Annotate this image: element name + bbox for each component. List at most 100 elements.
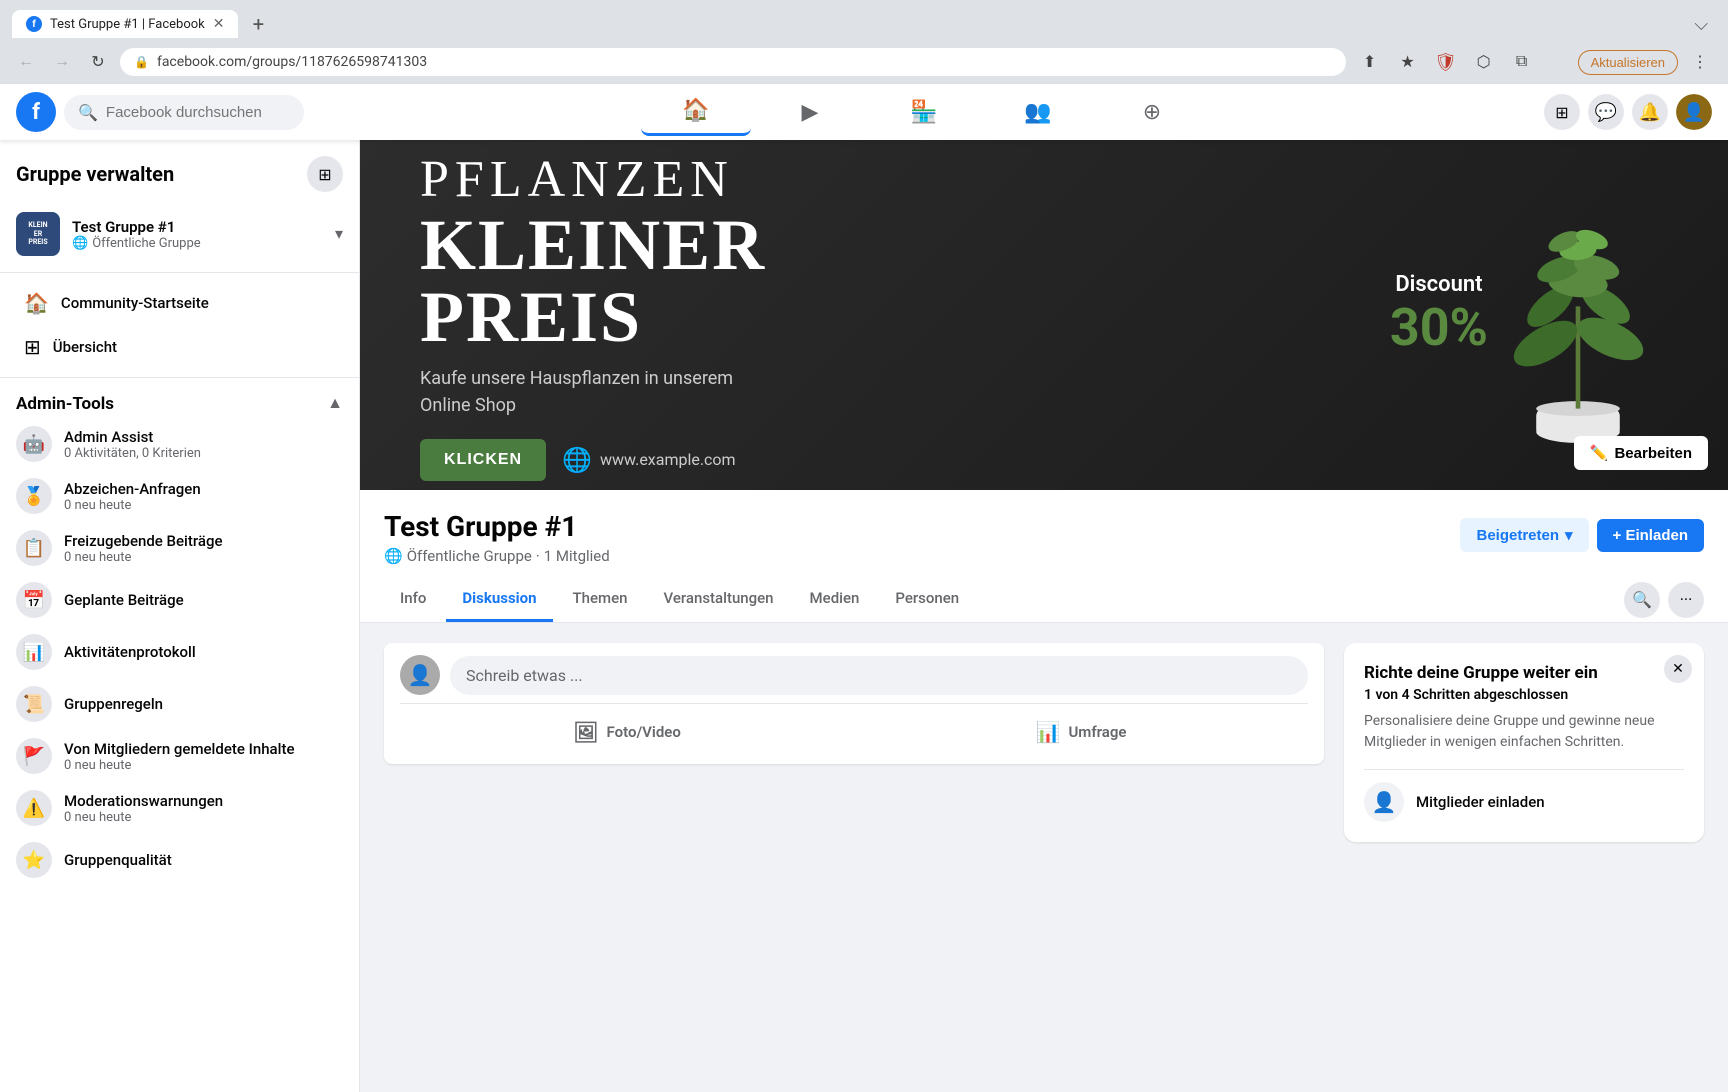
reload-button[interactable]: ↻	[84, 48, 112, 76]
freizugebende-icon: 📋	[16, 530, 52, 566]
nav-community-startseite[interactable]: 🏠 Community-Startseite	[8, 281, 351, 325]
freizugebende-sub: 0 neu heute	[64, 550, 343, 565]
admin-item-admin-assist[interactable]: 🤖 Admin Assist 0 Aktivitäten, 0 Kriterie…	[0, 418, 359, 470]
active-tab[interactable]: f Test Gruppe #1 | Facebook ✕	[12, 10, 238, 38]
foto-video-button[interactable]: 🖼 Foto/Video	[400, 712, 854, 752]
group-type-text: Öffentliche Gruppe	[407, 547, 532, 565]
posts-main: 👤 Schreib etwas ... 🖼 Foto/Video 📊 Umfra	[384, 643, 1324, 842]
cover-url-text: www.example.com	[600, 450, 736, 469]
group-avatar: KLEINERPREIS	[16, 212, 60, 256]
cover-photo: PFLANZEN KLEINER PREIS Kaufe unsere Haus…	[360, 140, 1728, 490]
gruppenqualitaet-label: Gruppenqualität	[64, 851, 343, 869]
facebook-logo[interactable]: f	[16, 92, 56, 132]
profile-avatar[interactable]: 👤	[1676, 94, 1712, 130]
aktivitaeten-info: Aktivitätenprotokoll	[64, 643, 343, 661]
search-box[interactable]: 🔍	[64, 95, 304, 130]
sidebar-layout-button[interactable]: ⊞	[307, 156, 343, 192]
search-input[interactable]	[106, 104, 290, 121]
cover-url: 🌐 www.example.com	[562, 446, 735, 474]
gemeldete-sub: 0 neu heute	[64, 758, 343, 773]
nav-groups[interactable]: 👥	[983, 88, 1093, 136]
tab-bar: f Test Gruppe #1 | Facebook ✕ + ⌵	[0, 0, 1728, 40]
back-button[interactable]: ←	[12, 48, 40, 76]
cover-subtitle-line2: Online Shop	[420, 395, 516, 416]
tab-veranstaltungen[interactable]: Veranstaltungen	[647, 577, 789, 622]
more-options-button[interactable]: ···	[1668, 582, 1704, 618]
cover-klicken-button[interactable]: KLICKEN	[420, 439, 546, 481]
share-button[interactable]: ⬆	[1354, 46, 1386, 78]
browser-actions: ⬆ ★ 🛡 ⬡ ⧉ Aktualisieren ⋮	[1354, 46, 1716, 78]
admin-item-aktivitaeten[interactable]: 📊 Aktivitätenprotokoll	[0, 626, 359, 678]
notifications-button[interactable]: 🔔	[1632, 94, 1668, 130]
url-text: facebook.com/groups/1187626598741303	[157, 54, 427, 70]
moderationswarnungen-label: Moderationswarnungen	[64, 792, 343, 810]
setup-close-button[interactable]: ✕	[1664, 655, 1692, 683]
group-chevron-button[interactable]: ▾	[335, 224, 343, 244]
cover-subtitle-line1: Kaufe unsere Hauspflanzen in unserem	[420, 368, 733, 389]
nav-uebersicht[interactable]: ⊞ Übersicht	[8, 325, 351, 369]
write-post-placeholder: Schreib etwas ...	[466, 666, 583, 685]
browser-profile-avatar[interactable]	[1544, 48, 1572, 76]
admin-item-moderationswarnungen[interactable]: ⚠️ Moderationswarnungen 0 neu heute	[0, 782, 359, 834]
split-screen-button[interactable]: ⧉	[1506, 46, 1538, 78]
setup-mitglieder-item[interactable]: 👤 Mitglieder einladen	[1364, 769, 1684, 822]
messenger-button[interactable]: 💬	[1588, 94, 1624, 130]
setup-mitglieder-icon: 👤	[1364, 782, 1404, 822]
gruppenregeln-label: Gruppenregeln	[64, 695, 343, 713]
moderationswarnungen-sub: 0 neu heute	[64, 810, 343, 825]
admin-assist-label: Admin Assist	[64, 428, 343, 446]
tab-personen[interactable]: Personen	[879, 577, 975, 622]
window-controls[interactable]: ⌵	[1694, 14, 1708, 35]
admin-item-gemeldete[interactable]: 🚩 Von Mitgliedern gemeldete Inhalte 0 ne…	[0, 730, 359, 782]
community-startseite-label: Community-Startseite	[61, 294, 209, 312]
cover-discount-label: Discount	[1390, 272, 1488, 297]
cover-preis-text: PREIS	[420, 281, 1390, 353]
nav-home[interactable]: 🏠	[641, 88, 751, 136]
tab-themen[interactable]: Themen	[557, 577, 644, 622]
admin-assist-info: Admin Assist 0 Aktivitäten, 0 Kriterien	[64, 428, 343, 461]
browser-menu-button[interactable]: ⋮	[1684, 46, 1716, 78]
nav-marketplace[interactable]: 🏪	[869, 88, 979, 136]
admin-item-gruppenregeln[interactable]: 📜 Gruppenregeln	[0, 678, 359, 730]
umfrage-icon: 📊	[1036, 720, 1061, 744]
tab-medien[interactable]: Medien	[794, 577, 876, 622]
cover-edit-button[interactable]: ✏️ Bearbeiten	[1574, 436, 1708, 470]
group-type-label: 🌐 Öffentliche Gruppe	[72, 236, 323, 251]
einladen-button[interactable]: + Einladen	[1597, 519, 1704, 552]
close-tab-button[interactable]: ✕	[213, 16, 225, 32]
nav-watch[interactable]: ▶	[755, 88, 865, 136]
extension-1-button[interactable]: 🛡	[1430, 46, 1462, 78]
extension-2-button[interactable]: ⬡	[1468, 46, 1500, 78]
address-bar[interactable]: 🔒 facebook.com/groups/1187626598741303	[120, 48, 1346, 76]
group-name-label: Test Gruppe #1	[72, 218, 323, 236]
home-icon: 🏠	[24, 291, 49, 315]
dot-separator: ·	[536, 547, 540, 565]
admin-item-freizugebende[interactable]: 📋 Freizugebende Beiträge 0 neu heute	[0, 522, 359, 574]
apps-button[interactable]: ⊞	[1544, 94, 1580, 130]
geplante-label: Geplante Beiträge	[64, 591, 343, 609]
public-globe-icon: 🌐	[384, 547, 403, 565]
group-page-title: Test Gruppe #1	[384, 510, 610, 543]
admin-item-abzeichen[interactable]: 🏅 Abzeichen-Anfragen 0 neu heute	[0, 470, 359, 522]
admin-item-gruppenqualitaet[interactable]: ⭐ Gruppenqualität	[0, 834, 359, 886]
aktualisieren-button[interactable]: Aktualisieren	[1578, 50, 1678, 75]
admin-item-geplante[interactable]: 📅 Geplante Beiträge	[0, 574, 359, 626]
umfrage-button[interactable]: 📊 Umfrage	[854, 712, 1308, 752]
new-tab-button[interactable]: +	[242, 8, 274, 40]
globe-icon: 🌐	[562, 446, 592, 474]
geplante-icon: 📅	[16, 582, 52, 618]
write-post-input[interactable]: Schreib etwas ...	[450, 656, 1308, 695]
search-icon: 🔍	[78, 103, 98, 122]
group-item[interactable]: KLEINERPREIS Test Gruppe #1 🌐 Öffentlich…	[0, 204, 359, 264]
tab-info[interactable]: Info	[384, 577, 442, 622]
forward-button[interactable]: →	[48, 48, 76, 76]
bookmark-button[interactable]: ★	[1392, 46, 1424, 78]
tab-diskussion[interactable]: Diskussion	[446, 577, 552, 622]
beigetreten-button[interactable]: Beigetreten ▾	[1460, 518, 1588, 552]
write-post-top: 👤 Schreib etwas ...	[400, 655, 1308, 695]
gemeldete-label: Von Mitgliedern gemeldete Inhalte	[64, 740, 343, 758]
admin-tools-collapse-button[interactable]: ▲	[327, 395, 343, 413]
nav-gaming[interactable]: ⊕	[1097, 88, 1207, 136]
write-post-box: 👤 Schreib etwas ... 🖼 Foto/Video 📊 Umfra	[384, 643, 1324, 764]
search-posts-button[interactable]: 🔍	[1624, 582, 1660, 618]
